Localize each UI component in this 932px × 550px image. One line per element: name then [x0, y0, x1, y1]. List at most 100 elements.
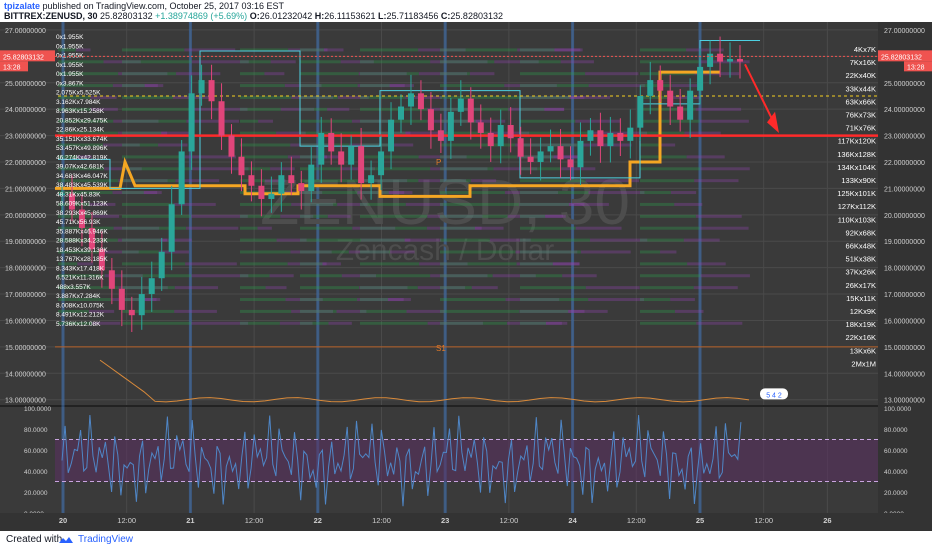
profile-bar-up	[360, 250, 391, 254]
candle-body	[288, 175, 295, 184]
profile-bar-up	[520, 84, 589, 88]
candle-body	[128, 309, 135, 316]
profile-bar-up	[122, 238, 161, 242]
oscillator-left-tick-label: 80.0000	[24, 427, 48, 434]
close-value: 25.82803132	[450, 11, 503, 21]
profile-bar-down	[568, 202, 609, 206]
profile-bar-up	[122, 262, 186, 266]
left-volume-label: 8.491Kx12.212K	[56, 312, 105, 319]
right-volume-label: 117Kx120K	[838, 137, 876, 146]
profile-bar-down	[700, 274, 750, 278]
profile-bar-up	[520, 179, 586, 183]
candle-body	[427, 109, 434, 131]
profile-bar-up	[520, 119, 576, 123]
chart-header: tpizalate published on TradingView.com, …	[0, 0, 932, 22]
profile-bar-down	[258, 119, 273, 123]
candle-body	[607, 132, 614, 147]
profile-bar-up	[520, 191, 589, 195]
profile-bar-up	[240, 72, 265, 76]
profile-bar-up	[440, 286, 472, 290]
price-tick-label: 24.00000000	[884, 107, 925, 114]
profile-bar-up	[240, 226, 258, 230]
profile-bar-down	[328, 321, 352, 325]
profile-bar-up	[122, 119, 187, 123]
profile-bar-down	[404, 238, 442, 242]
candle-body	[417, 93, 424, 110]
right-volume-label: 127Kx112K	[838, 202, 876, 211]
profile-bar-up	[300, 286, 360, 290]
time-tick-label: 25	[696, 516, 704, 525]
right-volume-label: 63Kx66K	[846, 97, 876, 106]
profile-bar-up	[240, 298, 286, 302]
profile-bar-down	[659, 143, 676, 147]
profile-bar-down	[695, 214, 742, 218]
author-link[interactable]: tpizalate	[4, 1, 40, 11]
profile-bar-up	[122, 179, 176, 183]
candle-body	[108, 270, 115, 289]
candle-body	[248, 175, 255, 186]
profile-bar-down	[184, 155, 237, 159]
profile-bar-up	[520, 202, 569, 206]
profile-bar-up	[122, 286, 175, 290]
profile-bar-up	[240, 321, 280, 325]
left-volume-label: 0x1.955K	[56, 71, 84, 78]
profile-bar-down	[671, 84, 698, 88]
profile-bar-up	[360, 262, 420, 266]
left-price-tick-label: 23.00000000	[5, 134, 46, 141]
right-volume-label: 133Kx90K	[841, 176, 876, 185]
profile-bar-up	[440, 191, 505, 195]
profile-bar-down	[471, 286, 498, 290]
profile-bar-up	[300, 84, 358, 88]
time-axis[interactable]: 20 12:00 21 12:00 22 12:00 23 12:00 24 12:00 25 12:…	[0, 513, 932, 531]
tradingview-brand[interactable]: TradingView	[78, 534, 133, 545]
left-price-tick-label: 15.00000000	[5, 345, 46, 352]
time-tick-label: 26	[823, 516, 831, 525]
profile-bar-down	[270, 60, 296, 64]
profile-bar-up	[640, 321, 697, 325]
right-volume-label: 110Kx103K	[838, 215, 876, 224]
profile-bar-up	[520, 238, 590, 242]
chart-canvas[interactable]: ZENUSD, 30 Zencash / Dollar S1P5 4 2 0x1…	[0, 22, 932, 531]
candle-body	[198, 80, 205, 94]
profile-bar-up	[360, 321, 428, 325]
profile-bar-up	[640, 191, 671, 195]
profile-bar-up	[360, 191, 389, 195]
profile-bar-up	[122, 274, 192, 278]
profile-bar-up	[520, 262, 553, 266]
profile-bar-up	[640, 48, 687, 52]
oscillator-left-tick-label: 100.0000	[24, 406, 51, 413]
profile-bar-down	[683, 238, 720, 242]
price-tick-label: 15.00000000	[884, 345, 925, 352]
candle-body	[697, 66, 704, 91]
high-value: 26.11153621	[324, 11, 376, 21]
right-volume-label: 136Kx128K	[837, 150, 876, 159]
candle-body	[507, 125, 514, 139]
candle-body	[457, 98, 464, 112]
profile-bar-up	[300, 262, 323, 266]
profile-bar-up	[122, 72, 177, 76]
profile-bar-up	[440, 250, 516, 254]
profile-bar-up	[520, 214, 546, 218]
profile-bar-up	[122, 60, 192, 64]
profile-bar-up	[300, 309, 337, 313]
profile-bar-down	[388, 298, 411, 302]
profile-bar-up	[300, 321, 329, 325]
candle-body	[268, 193, 275, 199]
profile-bar-up	[240, 143, 291, 147]
profile-bar-down	[474, 226, 504, 230]
left-volume-label: 39.07Kx42.681K	[56, 164, 105, 171]
candle-body	[318, 132, 325, 165]
profile-bar-up	[360, 238, 405, 242]
candle-body	[158, 251, 165, 279]
profile-bar-up	[440, 321, 508, 325]
profile-bar-down	[191, 214, 248, 218]
candle-body	[727, 58, 734, 62]
candle-body	[437, 130, 444, 141]
profile-bar-up	[640, 202, 675, 206]
profile-bar-up	[300, 214, 328, 218]
oscillator-tick-label: 40.0000	[884, 469, 908, 476]
profile-bar-up	[122, 84, 145, 88]
pivot-label: P	[436, 158, 441, 167]
profile-bar-up	[240, 250, 291, 254]
right-volume-label: 18Kx19K	[846, 320, 876, 329]
